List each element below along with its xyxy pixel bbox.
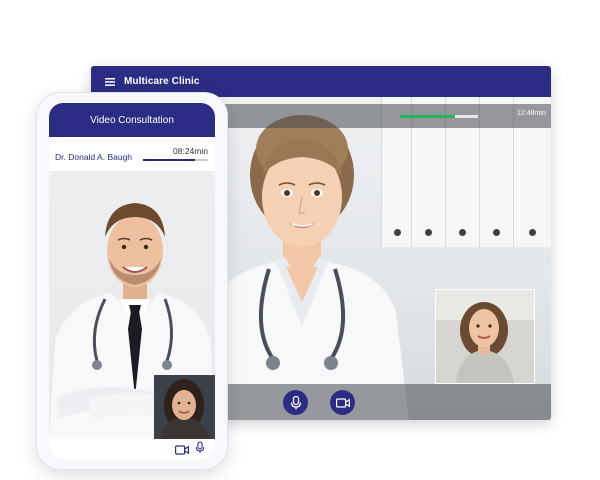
doctor-name: Dr. Donald A. Baugh xyxy=(55,152,133,162)
phone-video-feed xyxy=(49,171,215,439)
desktop-mic-button[interactable] xyxy=(283,390,308,415)
phone-call-controls xyxy=(49,439,215,459)
patient-image xyxy=(436,290,534,383)
phone-call-info: Dr. Donald A. Baugh 08:24min xyxy=(49,137,215,171)
phone-header-title: Video Consultation xyxy=(90,114,174,126)
video-camera-icon xyxy=(175,445,189,455)
desktop-call-timer: 12:48min xyxy=(517,110,546,117)
phone-call-progress-bar xyxy=(143,159,208,161)
desktop-video-button[interactable] xyxy=(330,390,355,415)
hamburger-menu-icon[interactable] xyxy=(101,75,119,89)
phone-device: Video Consultation Dr. Donald A. Baugh 0… xyxy=(36,92,228,470)
phone-video-button[interactable] xyxy=(175,442,189,459)
patient-pip-video[interactable] xyxy=(435,289,535,384)
desktop-call-progress-fill xyxy=(400,115,455,118)
phone-mic-button[interactable] xyxy=(195,441,205,459)
phone-call-timer: 08:24min xyxy=(173,146,208,156)
microphone-icon xyxy=(195,441,205,453)
desktop-call-progress-bar xyxy=(400,115,478,118)
app-title: Multicare Clinic xyxy=(124,76,200,87)
microphone-icon xyxy=(290,395,301,409)
phone-header: Video Consultation xyxy=(49,103,215,137)
phone-patient-image xyxy=(154,375,215,439)
phone-screen: Video Consultation Dr. Donald A. Baugh 0… xyxy=(49,103,215,459)
phone-patient-pip-video[interactable] xyxy=(154,375,215,439)
video-camera-icon xyxy=(335,397,350,408)
phone-call-progress-fill xyxy=(143,159,195,161)
